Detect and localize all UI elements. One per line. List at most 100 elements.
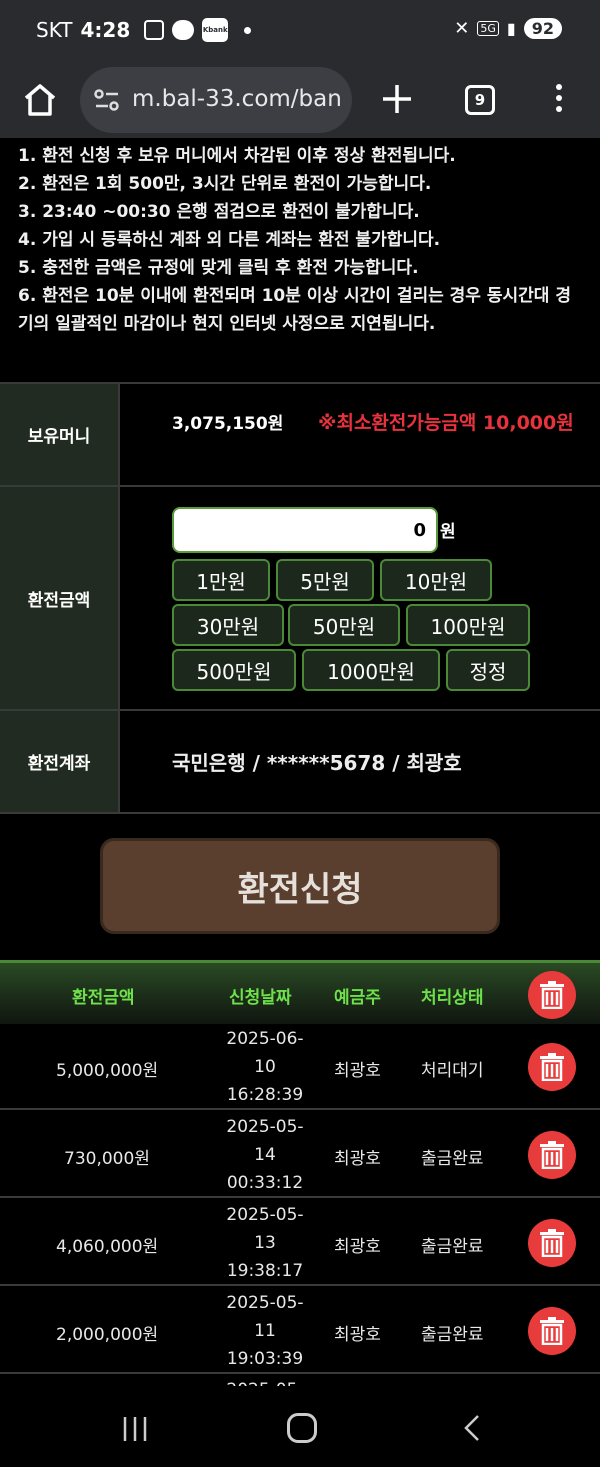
notice-item: 1. 환전 신청 후 보유 머니에서 차감된 이후 정상 환전됩니다.: [18, 146, 456, 166]
home-nav-icon[interactable]: [287, 1413, 317, 1443]
tab-switcher-button[interactable]: 9: [465, 85, 495, 115]
notice-item: 기의 일괄적인 마감이나 현지 인터넷 사정으로 지연됩니다.: [18, 314, 436, 334]
amount-input[interactable]: [172, 507, 438, 553]
header-holder: 예금주: [334, 988, 381, 1008]
amount-row: 환전금액 원 1만원 5만원 10만원 30만원 50만원 100만원 500만…: [0, 487, 600, 711]
url-text: m.bal-33.com/ban: [132, 86, 342, 112]
row-status: 처리대기: [421, 1061, 484, 1081]
row-date-line: 2025-05-: [226, 1205, 304, 1225]
delete-row-button[interactable]: [528, 1219, 576, 1267]
row-holder: 최광호: [334, 1237, 381, 1257]
trash-icon: [540, 1053, 564, 1081]
delete-all-button[interactable]: [528, 971, 576, 1019]
chip-5m-button[interactable]: 500만원: [172, 649, 296, 691]
battery-level: 92: [523, 18, 562, 39]
new-tab-icon[interactable]: [380, 82, 414, 116]
balance-label: 보유머니: [0, 384, 120, 485]
recent-apps-icon[interactable]: [122, 1416, 148, 1442]
more-menu-icon[interactable]: [553, 84, 565, 116]
network-type-label: 5G: [477, 21, 499, 36]
notification-dot-icon: [244, 26, 252, 34]
delete-row-button[interactable]: [528, 1043, 576, 1091]
row-date: 2025-06- 10 16:28:39: [210, 1025, 320, 1109]
row-date-line: 00:33:12: [226, 1173, 304, 1193]
row-status: 출금완료: [421, 1325, 484, 1345]
row-date: 2025-05-: [210, 1376, 320, 1386]
row-date-line: 13: [254, 1233, 276, 1253]
reset-amount-button[interactable]: 정정: [446, 649, 530, 691]
row-amount: 4,060,000원: [56, 1237, 159, 1257]
mute-icon: ✕: [454, 18, 470, 39]
notice-item: 2. 환전은 1회 500만, 3시간 단위로 환전이 가능합니다.: [18, 174, 432, 194]
delete-row-button[interactable]: [528, 1131, 576, 1179]
system-nav-bar: [0, 1386, 600, 1467]
header-date: 신청날짜: [229, 988, 292, 1008]
row-date-line: 2025-05-: [210, 1376, 320, 1386]
row-amount: 730,000원: [64, 1149, 150, 1169]
table-row: 4,060,000원 2025-05- 13 19:38:17 최광호 출금완료: [0, 1200, 600, 1286]
address-bar[interactable]: m.bal-33.com/ban: [80, 67, 352, 133]
row-holder: 최광호: [334, 1325, 381, 1345]
row-amount: 2,000,000원: [56, 1325, 159, 1345]
row-date: 2025-05- 13 19:38:17: [210, 1201, 320, 1285]
row-date-line: 16:28:39: [226, 1085, 304, 1105]
row-date-line: 2025-06-: [226, 1029, 304, 1049]
withdraw-form: 보유머니 ※최소환전가능금액 10,000원 3,075,150원 환전금액 원…: [0, 382, 600, 814]
row-date-line: 2025-05-: [226, 1293, 304, 1313]
chip-100k-button[interactable]: 10만원: [380, 559, 492, 601]
account-label: 환전계좌: [0, 711, 120, 812]
chip-50k-button[interactable]: 5만원: [276, 559, 374, 601]
row-status: 출금완료: [421, 1237, 484, 1257]
row-date-line: 10: [254, 1057, 276, 1077]
account-value: 국민은행 / ******5678 / 최광호: [172, 751, 462, 775]
chip-10m-button[interactable]: 1000만원: [302, 649, 440, 691]
carrier-label: SKT: [36, 18, 73, 42]
header-status: 처리상태: [421, 988, 484, 1008]
table-row: 2025-05-: [0, 1376, 600, 1386]
row-date-line: 19:03:39: [226, 1349, 304, 1369]
row-date-line: 11: [254, 1321, 276, 1341]
home-icon[interactable]: [20, 80, 60, 120]
chip-500k-button[interactable]: 50만원: [288, 604, 400, 646]
screenshot-icon: [144, 20, 165, 40]
table-row: 730,000원 2025-05- 14 00:33:12 최광호 출금완료: [0, 1112, 600, 1198]
row-holder: 최광호: [334, 1149, 381, 1169]
notice-item: 4. 가입 시 등록하신 계좌 외 다른 계좌는 환전 불가합니다.: [18, 230, 441, 250]
balance-row: 보유머니 ※최소환전가능금액 10,000원 3,075,150원: [0, 384, 600, 487]
header-amount: 환전금액: [72, 988, 135, 1008]
notice-item: 6. 환전은 10분 이내에 환전되며 10분 이상 시간이 걸리는 경우 동시…: [18, 286, 571, 306]
signal-icon: ▮: [506, 19, 516, 38]
chip-1m-button[interactable]: 100만원: [406, 604, 530, 646]
table-row: 2,000,000원 2025-05- 11 19:03:39 최광호 출금완료: [0, 1288, 600, 1374]
withdraw-history-table: 환전금액 신청날짜 예금주 처리상태 5,000,000원 2025-06- 1…: [0, 960, 600, 1386]
message-icon: [172, 20, 195, 40]
trash-icon: [540, 981, 564, 1009]
notice-item: 5. 충전한 금액은 규정에 맞게 클릭 후 환전 가능합니다.: [18, 258, 419, 278]
chip-300k-button[interactable]: 30만원: [172, 604, 284, 646]
row-date: 2025-05- 14 00:33:12: [210, 1113, 320, 1197]
balance-value: 3,075,150원: [172, 414, 284, 434]
trash-icon: [540, 1229, 564, 1257]
account-row: 환전계좌 국민은행 / ******5678 / 최광호: [0, 711, 600, 814]
trash-icon: [540, 1141, 564, 1169]
amount-unit: 원: [440, 522, 456, 542]
row-date-line: 2025-05-: [226, 1117, 304, 1137]
chip-10k-button[interactable]: 1만원: [172, 559, 270, 601]
kbank-icon: Kbank: [202, 18, 229, 42]
table-header: 환전금액 신청날짜 예금주 처리상태: [0, 960, 600, 1024]
row-holder: 최광호: [334, 1061, 381, 1081]
amount-label: 환전금액: [0, 487, 120, 709]
status-bar: SKT 4:28 Kbank ✕ 5G ▮ 92: [0, 0, 600, 62]
trash-icon: [540, 1317, 564, 1345]
submit-withdraw-button[interactable]: 환전신청: [100, 838, 500, 934]
row-amount: 5,000,000원: [56, 1061, 159, 1081]
delete-row-button[interactable]: [528, 1307, 576, 1355]
table-row: 5,000,000원 2025-06- 10 16:28:39 최광호 처리대기: [0, 1024, 600, 1110]
row-status: 출금완료: [421, 1149, 484, 1169]
back-icon[interactable]: [460, 1414, 484, 1442]
clock: 4:28: [80, 18, 131, 42]
browser-toolbar: m.bal-33.com/ban 9: [0, 62, 600, 138]
row-date-line: 14: [254, 1145, 276, 1165]
row-date-line: 19:38:17: [226, 1261, 304, 1281]
site-settings-icon[interactable]: [94, 89, 120, 111]
